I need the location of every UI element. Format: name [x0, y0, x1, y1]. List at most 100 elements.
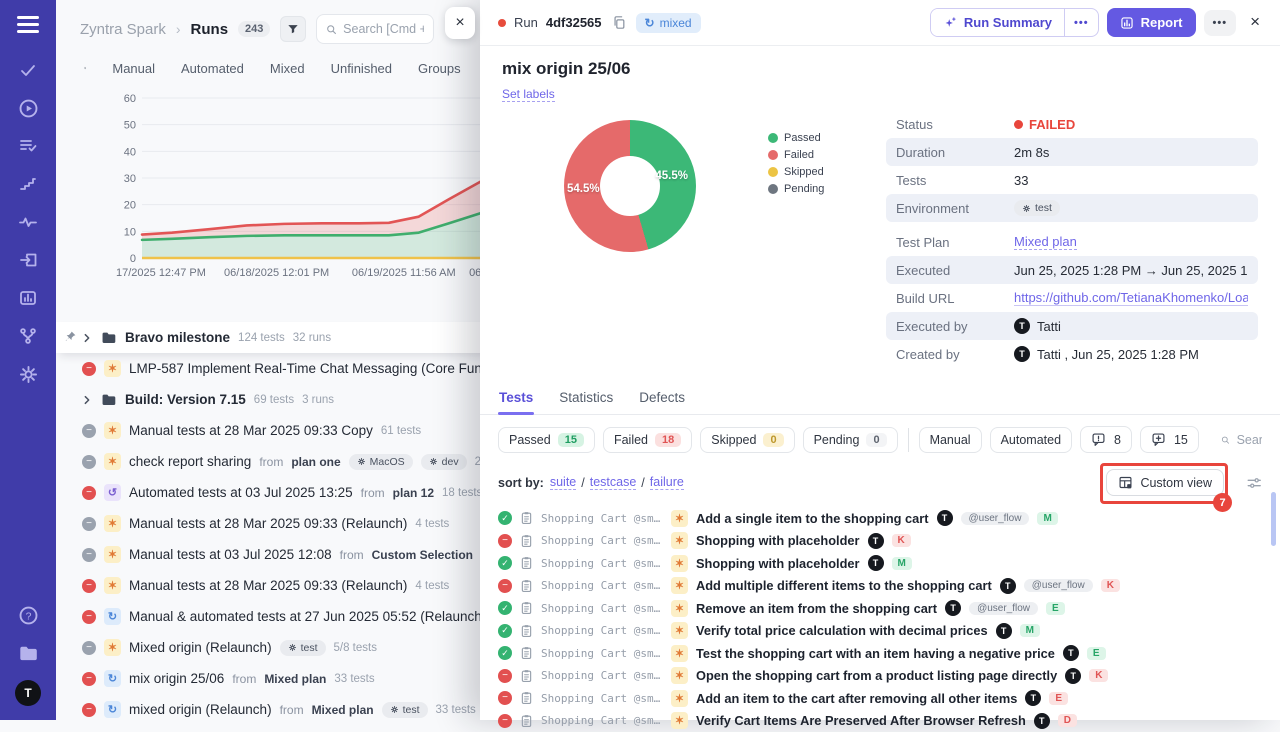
test-row[interactable]: Shopping Cart @sm… Add an item to the ca… [480, 687, 1280, 710]
milestone-letter-badge: D [1058, 714, 1077, 727]
runs-search-input[interactable] [343, 22, 424, 36]
run-meta: 61 tests [381, 425, 421, 437]
test-status-icon [498, 669, 512, 683]
test-row[interactable]: Shopping Cart @sm… Shopping with placeho… [480, 530, 1280, 553]
test-row[interactable]: Shopping Cart @sm… Add a single item to … [480, 507, 1280, 530]
from-plan-link[interactable]: Mixed plan [312, 703, 374, 717]
test-cases-icon[interactable] [9, 51, 47, 89]
drawer-close-button[interactable]: × [1244, 12, 1262, 34]
detail-row: Environment test test test test test T t… [886, 194, 1258, 222]
run-status-icon [82, 579, 96, 593]
sync-icon: ↻ [645, 16, 655, 30]
test-row[interactable]: Shopping Cart @sm… Verify Cart Items Are… [480, 710, 1280, 732]
set-labels-link[interactable]: Set labels [502, 87, 555, 102]
documents-icon[interactable] [9, 634, 47, 672]
help-icon[interactable]: ? [9, 596, 47, 634]
drawer-tab[interactable]: Tests [498, 388, 534, 414]
more-actions-button[interactable]: ••• [1204, 10, 1237, 36]
requirements-icon[interactable] [9, 241, 47, 279]
menu-icon[interactable] [17, 16, 39, 33]
run-status-icon [82, 455, 96, 469]
svg-text:17/2025 12:47 PM: 17/2025 12:47 PM [116, 267, 206, 279]
custom-view-button[interactable]: Custom view [1106, 469, 1224, 496]
svg-text:06/19/2025 11:56 AM: 06/19/2025 11:56 AM [352, 267, 456, 279]
run-summary-button[interactable]: Run Summary [931, 9, 1064, 36]
run-title: check report sharing [129, 454, 251, 469]
sort-by-label: sort by: [498, 476, 544, 490]
type-filter-pill[interactable]: Automated [990, 427, 1072, 453]
from-plan-link[interactable]: Mixed plan [264, 672, 326, 686]
defects-filter-button[interactable]: 8 [1080, 426, 1132, 453]
test-row[interactable]: Shopping Cart @sm… Shopping with placeho… [480, 552, 1280, 575]
annotation-step-badge: 7 [1213, 493, 1232, 512]
select-runs-icon[interactable] [84, 60, 86, 76]
table-icon [1118, 475, 1133, 490]
test-row[interactable]: Shopping Cart @sm… Add multiple differen… [480, 575, 1280, 598]
milestones-icon[interactable] [9, 165, 47, 203]
runs-icon[interactable] [9, 89, 47, 127]
sort-suite-link[interactable]: suite [550, 475, 576, 490]
mixed-run-spark-icon [671, 690, 688, 707]
sort-testcase-link[interactable]: testcase [590, 475, 637, 490]
run-overview: 45.5% 54.5% Passed Failed Skipped [480, 102, 1280, 368]
runs-search-box[interactable] [316, 14, 434, 44]
test-title: Shopping with placeholder [696, 556, 860, 571]
test-row[interactable]: Shopping Cart @sm… Verify total price ca… [480, 620, 1280, 643]
from-plan-link[interactable]: plan one [291, 455, 340, 469]
user-avatar[interactable]: T [15, 680, 41, 706]
sort-failure-link[interactable]: failure [650, 475, 684, 490]
status-filter-pill[interactable]: Skipped 0 [700, 427, 794, 453]
filter-funnel-button[interactable] [280, 16, 306, 42]
test-plans-icon[interactable] [9, 127, 47, 165]
type-filter-pill[interactable]: Manual [919, 427, 982, 453]
breadcrumb-project[interactable]: Zyntra Spark [80, 21, 166, 38]
tab-groups[interactable]: Groups [418, 61, 461, 76]
settings-gear-icon[interactable] [9, 355, 47, 393]
status-filter-pill[interactable]: Pending 0 [803, 427, 898, 453]
test-row[interactable]: Shopping Cart @sm… Remove an item from t… [480, 597, 1280, 620]
tests-search-input[interactable] [1237, 433, 1262, 447]
view-settings-sliders-icon[interactable] [1246, 475, 1262, 491]
drawer-tab[interactable]: Defects [638, 388, 686, 414]
tab-automated[interactable]: Automated [181, 61, 244, 76]
status-filter-pill[interactable]: Passed 15 [498, 427, 595, 453]
drawer-tab[interactable]: Statistics [558, 388, 614, 414]
run-meta: 4 tests [415, 580, 449, 592]
milestone-letter-badge: E [1046, 602, 1065, 615]
mixed-run-spark-icon [671, 645, 688, 662]
test-row[interactable]: Shopping Cart @sm… Test the shopping car… [480, 642, 1280, 665]
from-plan-link[interactable]: Custom Selection [372, 548, 473, 562]
copy-icon[interactable] [612, 15, 626, 30]
tab-mixed[interactable]: Mixed [270, 61, 305, 76]
tab-manual[interactable]: Manual [112, 61, 155, 76]
integrations-icon[interactable] [9, 317, 47, 355]
run-title: Bravo milestone [125, 330, 230, 345]
from-label: from [361, 486, 385, 500]
build-url-link[interactable]: https://github.com/TetianaKhomenko/Load-… [1014, 290, 1248, 306]
test-row[interactable]: Shopping Cart @sm… Open the shopping car… [480, 665, 1280, 688]
defects-icon[interactable] [9, 203, 47, 241]
drawer-edge-close-button[interactable]: × [445, 7, 475, 39]
test-status-icon [498, 601, 512, 615]
breadcrumb-section[interactable]: Runs [191, 21, 229, 38]
run-failed-dot [498, 19, 506, 27]
tests-search-box[interactable] [1221, 433, 1262, 447]
report-button[interactable]: Report [1107, 8, 1196, 37]
chevron-right-icon[interactable] [82, 333, 92, 343]
tab-unfinished[interactable]: Unfinished [331, 61, 392, 76]
status-filter-pill[interactable]: Failed 18 [603, 427, 692, 453]
reports-icon[interactable] [9, 279, 47, 317]
comments-count: 15 [1174, 433, 1188, 447]
run-summary-more-button[interactable]: ••• [1064, 9, 1098, 36]
chevron-right-icon[interactable] [82, 395, 92, 405]
run-type-icon [104, 484, 121, 501]
from-label: from [280, 703, 304, 717]
tests-scrollbar-thumb[interactable] [1271, 492, 1276, 546]
from-plan-link[interactable]: plan 12 [393, 486, 434, 500]
test-tag: @user_flow [1024, 579, 1093, 592]
clipboard-icon [520, 646, 533, 660]
test-title: Add an item to the cart after removing a… [696, 691, 1017, 706]
comments-filter-button[interactable]: 15 [1140, 426, 1199, 453]
test-plan-link[interactable]: Mixed plan [1014, 234, 1077, 250]
test-status-icon [498, 714, 512, 728]
